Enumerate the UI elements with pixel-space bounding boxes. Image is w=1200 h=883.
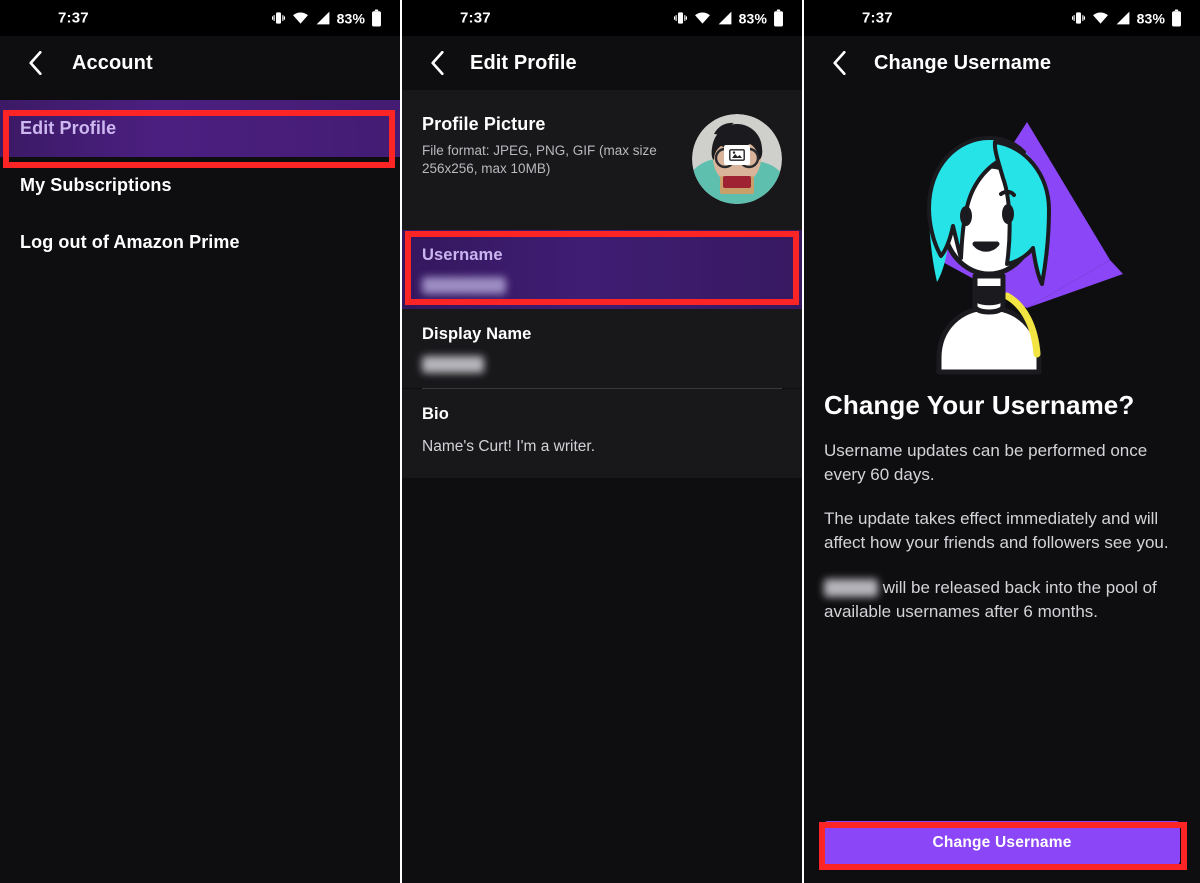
- page-title: Change Username: [874, 51, 1052, 74]
- field-label: Username: [422, 246, 503, 264]
- field-value-redacted: [422, 276, 782, 295]
- status-bar: 7:37 83%: [804, 0, 1200, 36]
- vibrate-icon: [673, 12, 687, 24]
- character-illustration: [927, 122, 1123, 375]
- profile-picture-title: Profile Picture: [422, 114, 546, 134]
- chevron-left-icon: [28, 51, 42, 75]
- battery-percent: 83%: [336, 10, 365, 26]
- cta-container: Change Username: [824, 821, 1180, 883]
- battery-percent: 83%: [738, 10, 767, 26]
- wifi-icon: [694, 12, 710, 24]
- image-glyph-icon: [729, 149, 745, 162]
- battery-percent: 83%: [1136, 10, 1165, 26]
- vibrate-icon: [271, 12, 285, 24]
- chevron-left-icon: [430, 51, 444, 75]
- menu-item-label: Edit Profile: [20, 118, 117, 138]
- three-screen-comparison: 7:37 83% Account Edit Profile My Subscri…: [0, 0, 1200, 883]
- info-paragraph-redacted: will be released back into the pool of a…: [824, 576, 1180, 624]
- status-time: 7:37: [58, 9, 89, 27]
- page-title: Account: [72, 51, 153, 74]
- screen-change-username: 7:37 83% Change Username Change Your Use…: [802, 0, 1200, 883]
- field-value-redacted: [422, 355, 782, 374]
- info-paragraph-2: The update takes effect immediately and …: [824, 509, 1169, 553]
- app-bar: Change Username: [804, 36, 1200, 90]
- back-button[interactable]: [18, 46, 52, 80]
- back-button[interactable]: [420, 46, 454, 80]
- status-time: 7:37: [460, 9, 491, 27]
- field-bio[interactable]: Bio Name's Curt! I'm a writer.: [402, 389, 802, 478]
- hero-illustration: [824, 90, 1180, 390]
- redacted-username: [824, 579, 878, 598]
- cellular-signal-icon: [1116, 11, 1130, 25]
- wifi-icon: [1092, 12, 1108, 24]
- screen-edit-profile: 7:37 83% Edit Profile Profile Picture Fi…: [400, 0, 802, 883]
- image-edit-icon[interactable]: [724, 145, 750, 166]
- profile-picture-section: Profile Picture File format: JPEG, PNG, …: [402, 90, 802, 230]
- info-paragraph-1: Username updates can be performed once e…: [824, 441, 1148, 485]
- field-display-name[interactable]: Display Name: [402, 309, 802, 388]
- screen-account: 7:37 83% Account Edit Profile My Subscri…: [0, 0, 400, 883]
- battery-icon: [1172, 9, 1181, 27]
- status-icon-group: 83%: [1071, 9, 1182, 27]
- field-label: Bio: [422, 405, 449, 423]
- app-bar: Account: [0, 36, 400, 90]
- field-value: Name's Curt! I'm a writer.: [422, 438, 596, 455]
- status-time: 7:37: [862, 9, 893, 27]
- status-bar: 7:37 83%: [0, 0, 400, 36]
- status-icon-group: 83%: [673, 9, 784, 27]
- sidebar-item-log-out[interactable]: Log out of Amazon Prime: [0, 214, 400, 271]
- wifi-icon: [292, 12, 308, 24]
- cellular-signal-icon: [718, 11, 732, 25]
- profile-picture-subtitle: File format: JPEG, PNG, GIF (max size 25…: [422, 143, 657, 177]
- vibrate-icon: [1071, 12, 1085, 24]
- change-username-body: Change Your Username? Username updates c…: [804, 90, 1200, 883]
- profile-picture-text: Profile Picture File format: JPEG, PNG, …: [422, 112, 672, 178]
- battery-icon: [774, 9, 783, 27]
- page-heading: Change Your Username?: [824, 390, 1135, 420]
- change-username-button[interactable]: Change Username: [824, 821, 1180, 865]
- app-bar: Edit Profile: [402, 36, 802, 90]
- sidebar-item-my-subscriptions[interactable]: My Subscriptions: [0, 157, 400, 214]
- chevron-left-icon: [832, 51, 846, 75]
- avatar[interactable]: [692, 114, 782, 204]
- field-username[interactable]: Username: [402, 230, 802, 309]
- status-icon-group: 83%: [271, 9, 382, 27]
- page-background: [402, 478, 802, 883]
- page-title: Edit Profile: [470, 51, 577, 74]
- account-menu-list: Edit Profile My Subscriptions Log out of…: [0, 90, 400, 271]
- menu-item-label: Log out of Amazon Prime: [20, 232, 240, 252]
- back-button[interactable]: [822, 46, 856, 80]
- battery-icon: [372, 9, 381, 27]
- sidebar-item-edit-profile[interactable]: Edit Profile: [0, 100, 400, 157]
- redacted-username: [422, 276, 506, 294]
- menu-item-label: My Subscriptions: [20, 175, 172, 195]
- status-bar: 7:37 83%: [402, 0, 802, 36]
- field-label: Display Name: [422, 325, 532, 343]
- redacted-display-name: [422, 355, 484, 373]
- cellular-signal-icon: [316, 11, 330, 25]
